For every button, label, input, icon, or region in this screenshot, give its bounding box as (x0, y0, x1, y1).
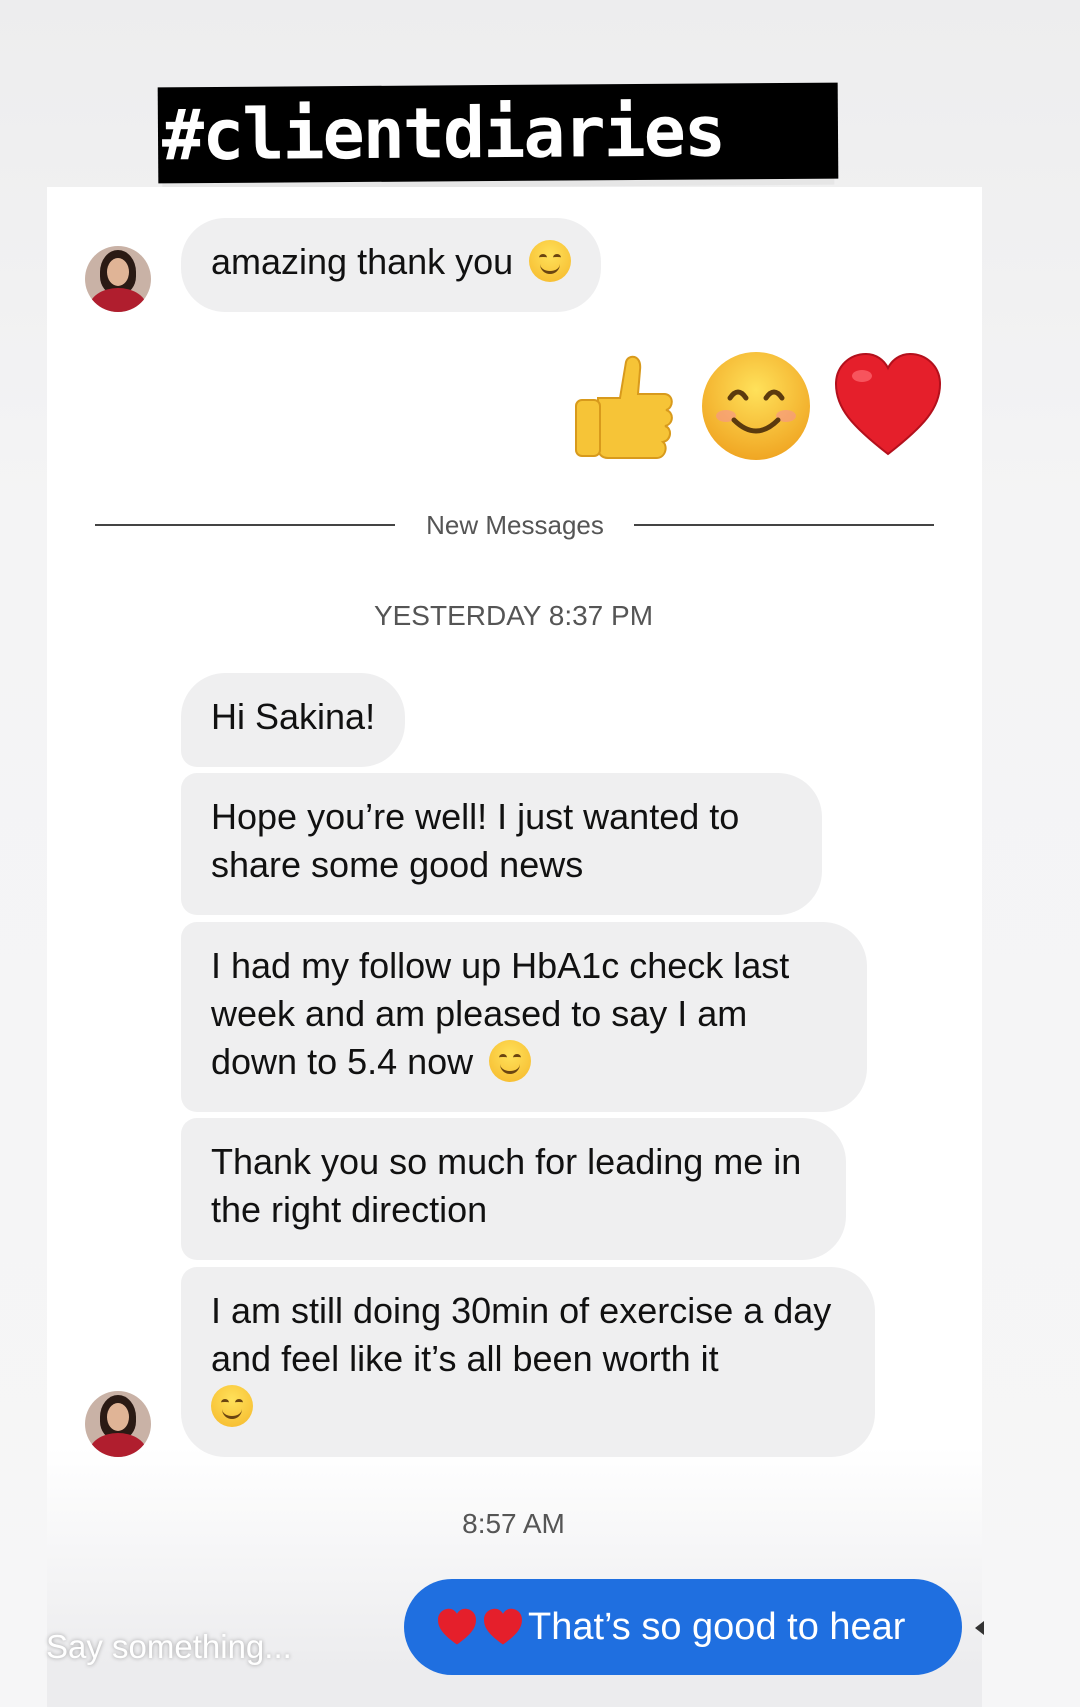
thumbs-up-icon (575, 355, 673, 459)
divider-right (634, 524, 934, 526)
red-heart-icon (484, 1608, 522, 1645)
received-message-bubble: amazing thank you (181, 218, 602, 312)
red-heart-icon (438, 1608, 476, 1645)
hashtag-text: #clientdiaries (161, 90, 725, 177)
hashtag-sticker: #clientdiaries (157, 82, 839, 184)
bubble-tail (975, 1621, 984, 1635)
new-messages-label: New Messages (426, 510, 604, 540)
message-text: Thank you so much for leading me in the … (211, 1141, 802, 1230)
message-bubble: Hope you’re well! I just wanted to share… (181, 773, 822, 915)
message-text: Hope you’re well! I just wanted to share… (211, 796, 740, 885)
message-bubble: I am still doing 30min of exercise a day… (181, 1267, 875, 1457)
grinning-face-icon (529, 240, 572, 282)
message-bubble: Hi Sakina! (181, 673, 406, 767)
sender-avatar (85, 246, 151, 312)
message-bubble: Thank you so much for leading me in the … (181, 1118, 846, 1260)
message-text: Hi Sakina! (211, 696, 376, 737)
red-heart-icon (834, 352, 942, 456)
story-reply-input[interactable]: Say something... (46, 1628, 292, 1666)
sent-message-bubble: That’s so good to hear (404, 1579, 962, 1675)
smiling-face-icon (211, 1385, 253, 1427)
sent-message-text: That’s so good to hear (528, 1606, 906, 1648)
message-bubble: I had my follow up HbA1c check last week… (181, 922, 867, 1112)
divider-left (95, 524, 395, 526)
timestamp: YESTERDAY 8:37 PM (373, 600, 654, 631)
smiling-face-icon (702, 352, 810, 460)
timestamp: 8:57 AM (462, 1508, 565, 1539)
smiling-face-icon (489, 1040, 532, 1082)
message-text: amazing thank you (211, 241, 514, 282)
sender-avatar (85, 1391, 151, 1457)
story-background: #clientdiaries amazing thank you New Mes… (0, 0, 1080, 1707)
message-text: I am still doing 30min of exercise a day… (211, 1290, 832, 1379)
